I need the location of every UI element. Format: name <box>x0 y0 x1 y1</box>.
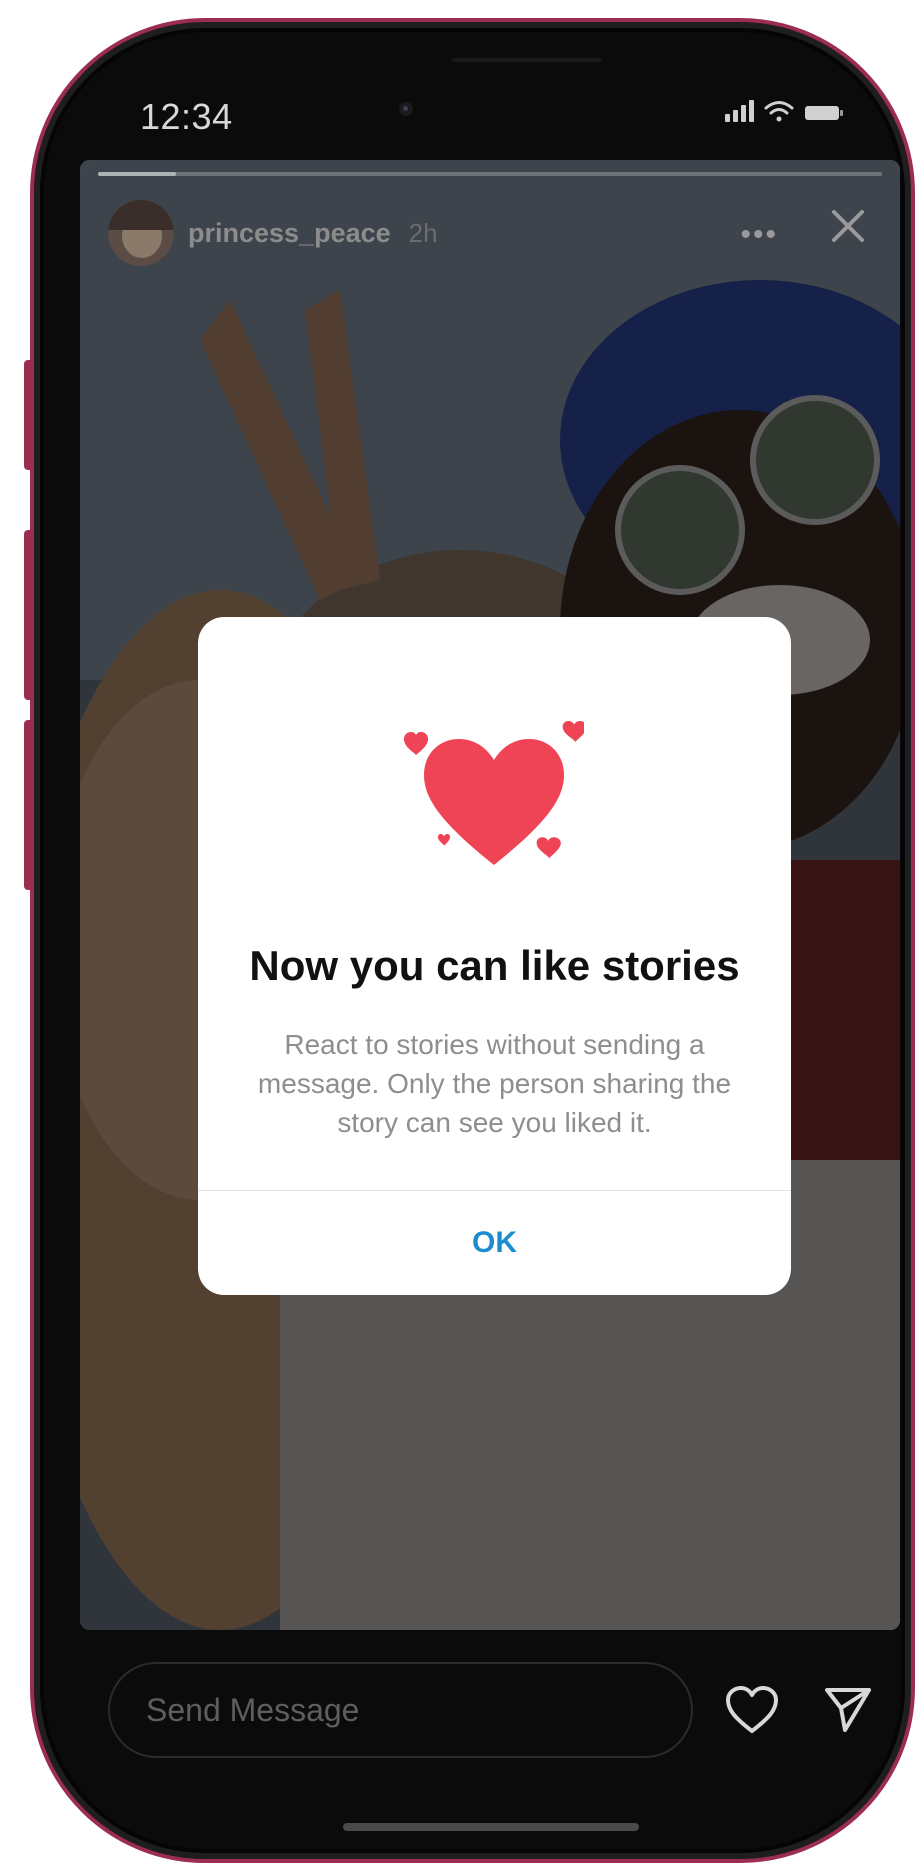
heart-outline-icon[interactable] <box>725 1685 779 1735</box>
dialog-body: React to stories without sending a messa… <box>257 1029 732 1138</box>
story-username[interactable]: princess_peace <box>188 218 391 249</box>
hearts-icon <box>404 721 584 865</box>
signal-icon <box>725 100 754 122</box>
speaker-grille <box>452 58 602 62</box>
dialog-title: Now you can like stories <box>249 942 740 989</box>
story-header: princess_peace 2h <box>108 200 438 266</box>
home-indicator[interactable] <box>343 1823 639 1831</box>
avatar[interactable] <box>108 200 174 266</box>
close-icon[interactable] <box>826 204 870 248</box>
send-message-input[interactable] <box>108 1662 693 1758</box>
wifi-icon <box>764 100 794 122</box>
status-time: 12:34 <box>140 96 233 137</box>
story-progress-bar <box>98 172 882 176</box>
status-icons <box>725 100 844 122</box>
story-progress-fill <box>98 172 177 176</box>
ok-button[interactable]: OK <box>198 1191 791 1295</box>
front-camera <box>399 102 413 116</box>
battery-icon <box>804 104 844 122</box>
send-icon[interactable] <box>823 1684 873 1734</box>
story-time-ago: 2h <box>408 217 438 248</box>
like-stories-dialog: Now you can like stories React to storie… <box>198 617 791 1295</box>
more-horizontal-icon[interactable]: ••• <box>740 218 778 252</box>
